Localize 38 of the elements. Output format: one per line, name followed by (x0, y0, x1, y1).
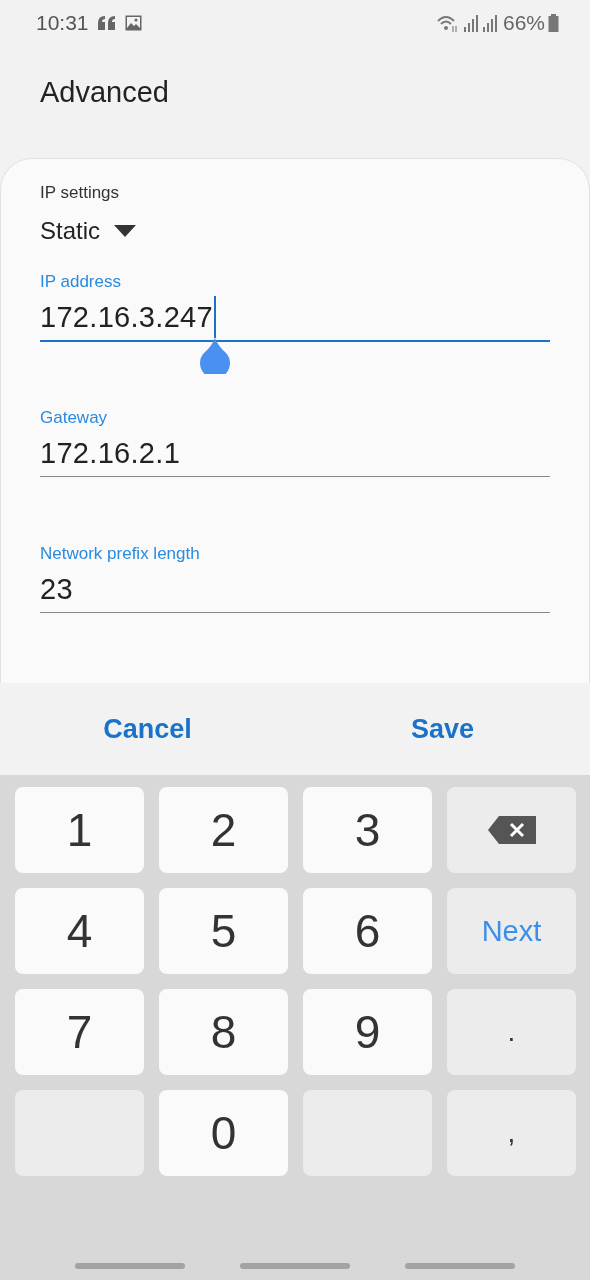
input-field[interactable]: 23 (40, 566, 550, 613)
field-label: IP address (40, 272, 121, 292)
key[interactable]: 8 (159, 989, 288, 1075)
ip-settings-dropdown[interactable]: Static (40, 217, 137, 245)
dialog-button[interactable]: Cancel (0, 683, 295, 775)
backspace-icon (486, 815, 537, 845)
key[interactable]: , (447, 1090, 576, 1176)
wifi-icon (435, 14, 460, 32)
key[interactable]: . (447, 989, 576, 1075)
field-label: Network prefix length (40, 544, 200, 564)
dialog-button[interactable]: Save (295, 683, 590, 775)
ip-settings-label: IP settings (40, 183, 120, 203)
quote-icon (96, 15, 117, 31)
input-field[interactable]: 172.16.2.1 (40, 430, 550, 477)
backspace-key[interactable] (447, 787, 576, 873)
field-label: Gateway (40, 408, 108, 428)
image-icon (124, 15, 142, 31)
key[interactable]: 5 (159, 888, 288, 974)
signal-icon (462, 14, 479, 32)
key[interactable]: 7 (15, 989, 144, 1075)
battery-percent: 66% (502, 11, 545, 35)
key[interactable]: 1 (15, 787, 144, 873)
caret-icon (114, 224, 137, 238)
nav-handle[interactable] (405, 1263, 515, 1269)
status-time: 10:31 (36, 11, 89, 35)
key[interactable]: 4 (15, 888, 144, 974)
input-field[interactable]: 172.16.3.247 (40, 294, 550, 342)
key[interactable]: 3 (303, 787, 432, 873)
battery-icon (548, 14, 560, 32)
key[interactable]: 6 (303, 888, 432, 974)
cursor-handle-icon (197, 338, 232, 374)
key[interactable]: 9 (303, 989, 432, 1075)
nav-handle[interactable] (75, 1263, 185, 1269)
nav-handle[interactable] (240, 1263, 350, 1269)
signal-icon (481, 14, 498, 32)
key[interactable]: 2 (159, 787, 288, 873)
key[interactable]: 0 (159, 1090, 288, 1176)
page-title: Advanced (40, 76, 169, 108)
